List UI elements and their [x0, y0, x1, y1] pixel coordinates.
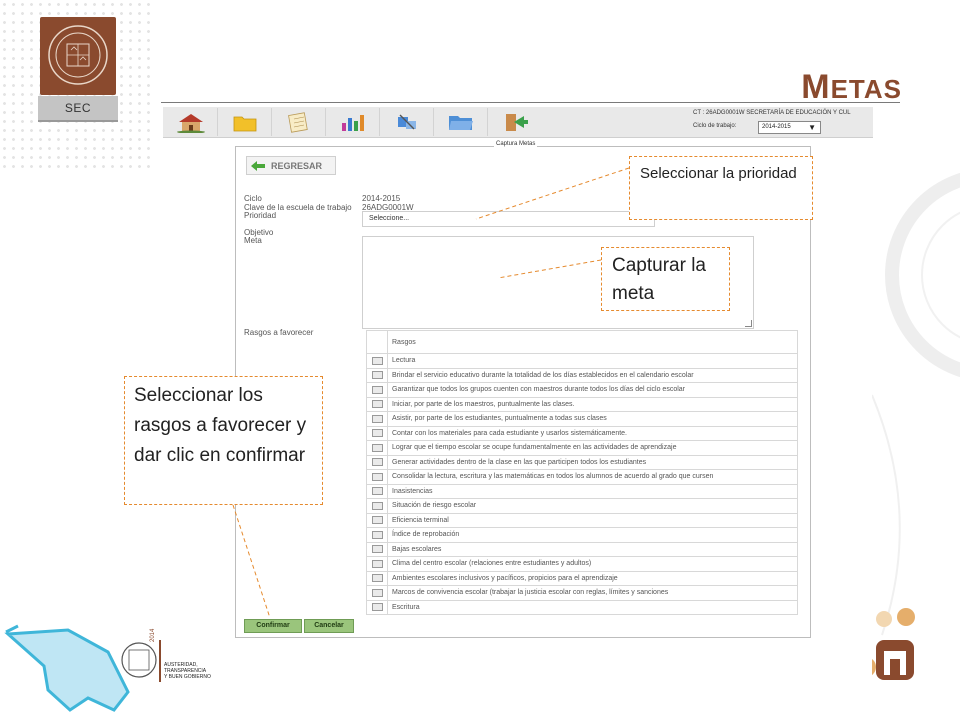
badge-icon: [856, 657, 876, 677]
right-decoration: [854, 135, 960, 720]
connector-meta: [497, 259, 602, 279]
callout-prioridad: Seleccionar la prioridad: [629, 156, 813, 220]
footer-slogan: AUSTERIDAD, TRANSPARENCIA Y BUEN GOBIERN…: [164, 662, 211, 680]
callout-rasgos: Seleccionar los rasgos a favorecer y dar…: [124, 376, 323, 505]
footer-left-logos: AUSTERIDAD, TRANSPARENCIA Y BUEN GOBIERN…: [0, 620, 240, 720]
callout-meta: Capturar la meta: [601, 247, 730, 311]
badge-icon: [897, 608, 915, 626]
watermark-seal-icon: [854, 172, 960, 680]
badge-icon: [876, 611, 892, 627]
callout-connectors: [232, 167, 630, 619]
footer-seal-icon: [121, 642, 157, 678]
connector-rasgos: [232, 504, 271, 619]
connector-prioridad: [475, 167, 630, 220]
footer-year: 2014: [150, 628, 156, 642]
